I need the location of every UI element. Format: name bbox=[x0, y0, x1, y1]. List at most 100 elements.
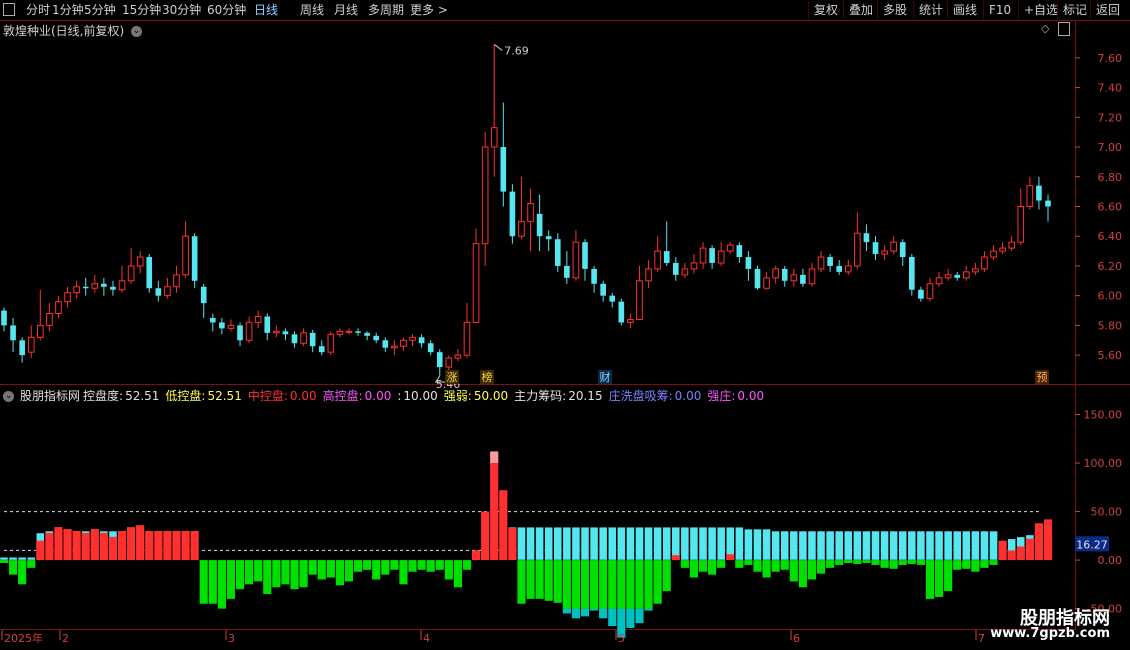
candle-body bbox=[254, 315, 262, 323]
chip-bar bbox=[843, 530, 853, 561]
control-bar-negative bbox=[199, 560, 208, 604]
control-bar-positive bbox=[136, 525, 145, 561]
control-bar-deep bbox=[626, 608, 635, 628]
control-bar-negative bbox=[962, 560, 971, 569]
candle-body bbox=[863, 233, 870, 243]
control-bar-negative bbox=[590, 560, 599, 609]
candle-body bbox=[800, 274, 806, 284]
candle-body bbox=[1026, 185, 1034, 207]
chip-bar bbox=[517, 526, 526, 561]
chip-bar bbox=[961, 530, 971, 561]
price-axis-label: 7.60 bbox=[1098, 52, 1123, 65]
candle-body bbox=[654, 250, 661, 270]
chip-bar bbox=[970, 530, 980, 561]
control-bar-deep bbox=[608, 608, 617, 627]
control-bar-negative bbox=[807, 560, 817, 580]
candle-body bbox=[926, 283, 934, 300]
candle-body bbox=[400, 339, 407, 347]
control-bar-positive bbox=[117, 530, 127, 561]
candle-body bbox=[672, 262, 679, 275]
chip-bar bbox=[598, 526, 608, 561]
high-pointer bbox=[493, 44, 503, 51]
candle-body bbox=[127, 265, 135, 282]
candle-body bbox=[19, 340, 25, 356]
event-tag: 榜 bbox=[482, 370, 493, 384]
candle-body bbox=[27, 336, 35, 353]
control-bar-negative bbox=[426, 560, 435, 572]
control-bar-negative bbox=[8, 560, 18, 575]
control-bar-deep bbox=[635, 608, 644, 624]
candle-body bbox=[545, 236, 552, 240]
candle-body bbox=[445, 357, 453, 368]
candle-body bbox=[645, 268, 652, 282]
control-bar-negative bbox=[717, 560, 726, 568]
chart-canvas[interactable]: 7.60 7.40 7.20 7.00 6.80 6.60 6.40 6.20 6.00 5.80… bbox=[0, 0, 1130, 650]
chip-bar bbox=[698, 526, 708, 561]
candle-body bbox=[1008, 241, 1016, 249]
candle-body bbox=[463, 321, 471, 356]
control-bar-negative bbox=[399, 560, 408, 585]
candle-body bbox=[182, 235, 189, 276]
chip-bar bbox=[626, 526, 635, 561]
chip-bar bbox=[907, 530, 917, 561]
chip-bar bbox=[680, 526, 690, 561]
control-bar-negative bbox=[435, 560, 444, 570]
candle-body bbox=[164, 286, 171, 297]
candle-body bbox=[918, 289, 924, 299]
candle-body bbox=[681, 268, 689, 276]
date-label: 3 bbox=[228, 632, 235, 645]
candle-body bbox=[836, 265, 843, 272]
candle-body bbox=[990, 250, 997, 258]
control-bar-negative bbox=[326, 560, 335, 578]
control-bar-negative bbox=[971, 560, 980, 572]
candle-body bbox=[1045, 200, 1051, 207]
control-bar-positive bbox=[508, 528, 517, 561]
control-bar-negative bbox=[644, 560, 653, 609]
candle-body bbox=[373, 335, 380, 341]
control-bar-negative bbox=[907, 560, 916, 564]
candle-body bbox=[536, 213, 543, 237]
candle-body bbox=[245, 321, 253, 341]
chip-bar bbox=[789, 530, 799, 561]
candle-body bbox=[854, 232, 861, 267]
candle-body bbox=[264, 316, 271, 333]
control-bar-positive bbox=[163, 530, 172, 561]
control-bar-negative bbox=[771, 560, 780, 572]
chip-bar bbox=[834, 530, 844, 561]
candle-body bbox=[663, 251, 670, 263]
control-bar-negative bbox=[953, 560, 962, 570]
price-axis-label: 6.00 bbox=[1098, 290, 1123, 303]
control-bar-positive bbox=[36, 540, 45, 561]
control-bar-negative bbox=[571, 560, 581, 609]
control-bar-positive bbox=[490, 463, 499, 561]
price-axis-label: 6.20 bbox=[1098, 260, 1123, 273]
control-bar-negative bbox=[789, 560, 798, 582]
candle-body bbox=[273, 330, 280, 334]
control-bar-positive bbox=[99, 532, 108, 561]
control-bar-negative bbox=[363, 560, 372, 570]
indicator-axis-label: 100.00 bbox=[1084, 457, 1123, 470]
chip-bar bbox=[562, 526, 572, 561]
chip-bar bbox=[707, 526, 717, 561]
control-bar-negative bbox=[871, 560, 880, 565]
chip-bar bbox=[880, 530, 889, 561]
candle-body bbox=[935, 277, 943, 285]
control-bar-negative bbox=[263, 560, 272, 595]
candle-body bbox=[527, 203, 534, 222]
control-bar-negative bbox=[735, 560, 744, 568]
control-bar-negative bbox=[417, 560, 426, 570]
candle-body bbox=[954, 274, 961, 278]
control-bar-negative bbox=[826, 560, 835, 568]
candle-body bbox=[490, 127, 498, 148]
control-bar-positive bbox=[1034, 523, 1044, 561]
control-bar-positive bbox=[108, 536, 118, 561]
chip-bar bbox=[980, 530, 989, 561]
price-axis-label: 6.40 bbox=[1098, 230, 1123, 243]
control-bar-negative bbox=[689, 560, 699, 578]
chip-bar bbox=[898, 530, 908, 561]
candle-body bbox=[382, 340, 389, 348]
candle-body bbox=[327, 333, 335, 353]
control-bar-negative bbox=[844, 560, 853, 563]
candle-body bbox=[146, 257, 153, 289]
candle-body bbox=[518, 220, 525, 237]
